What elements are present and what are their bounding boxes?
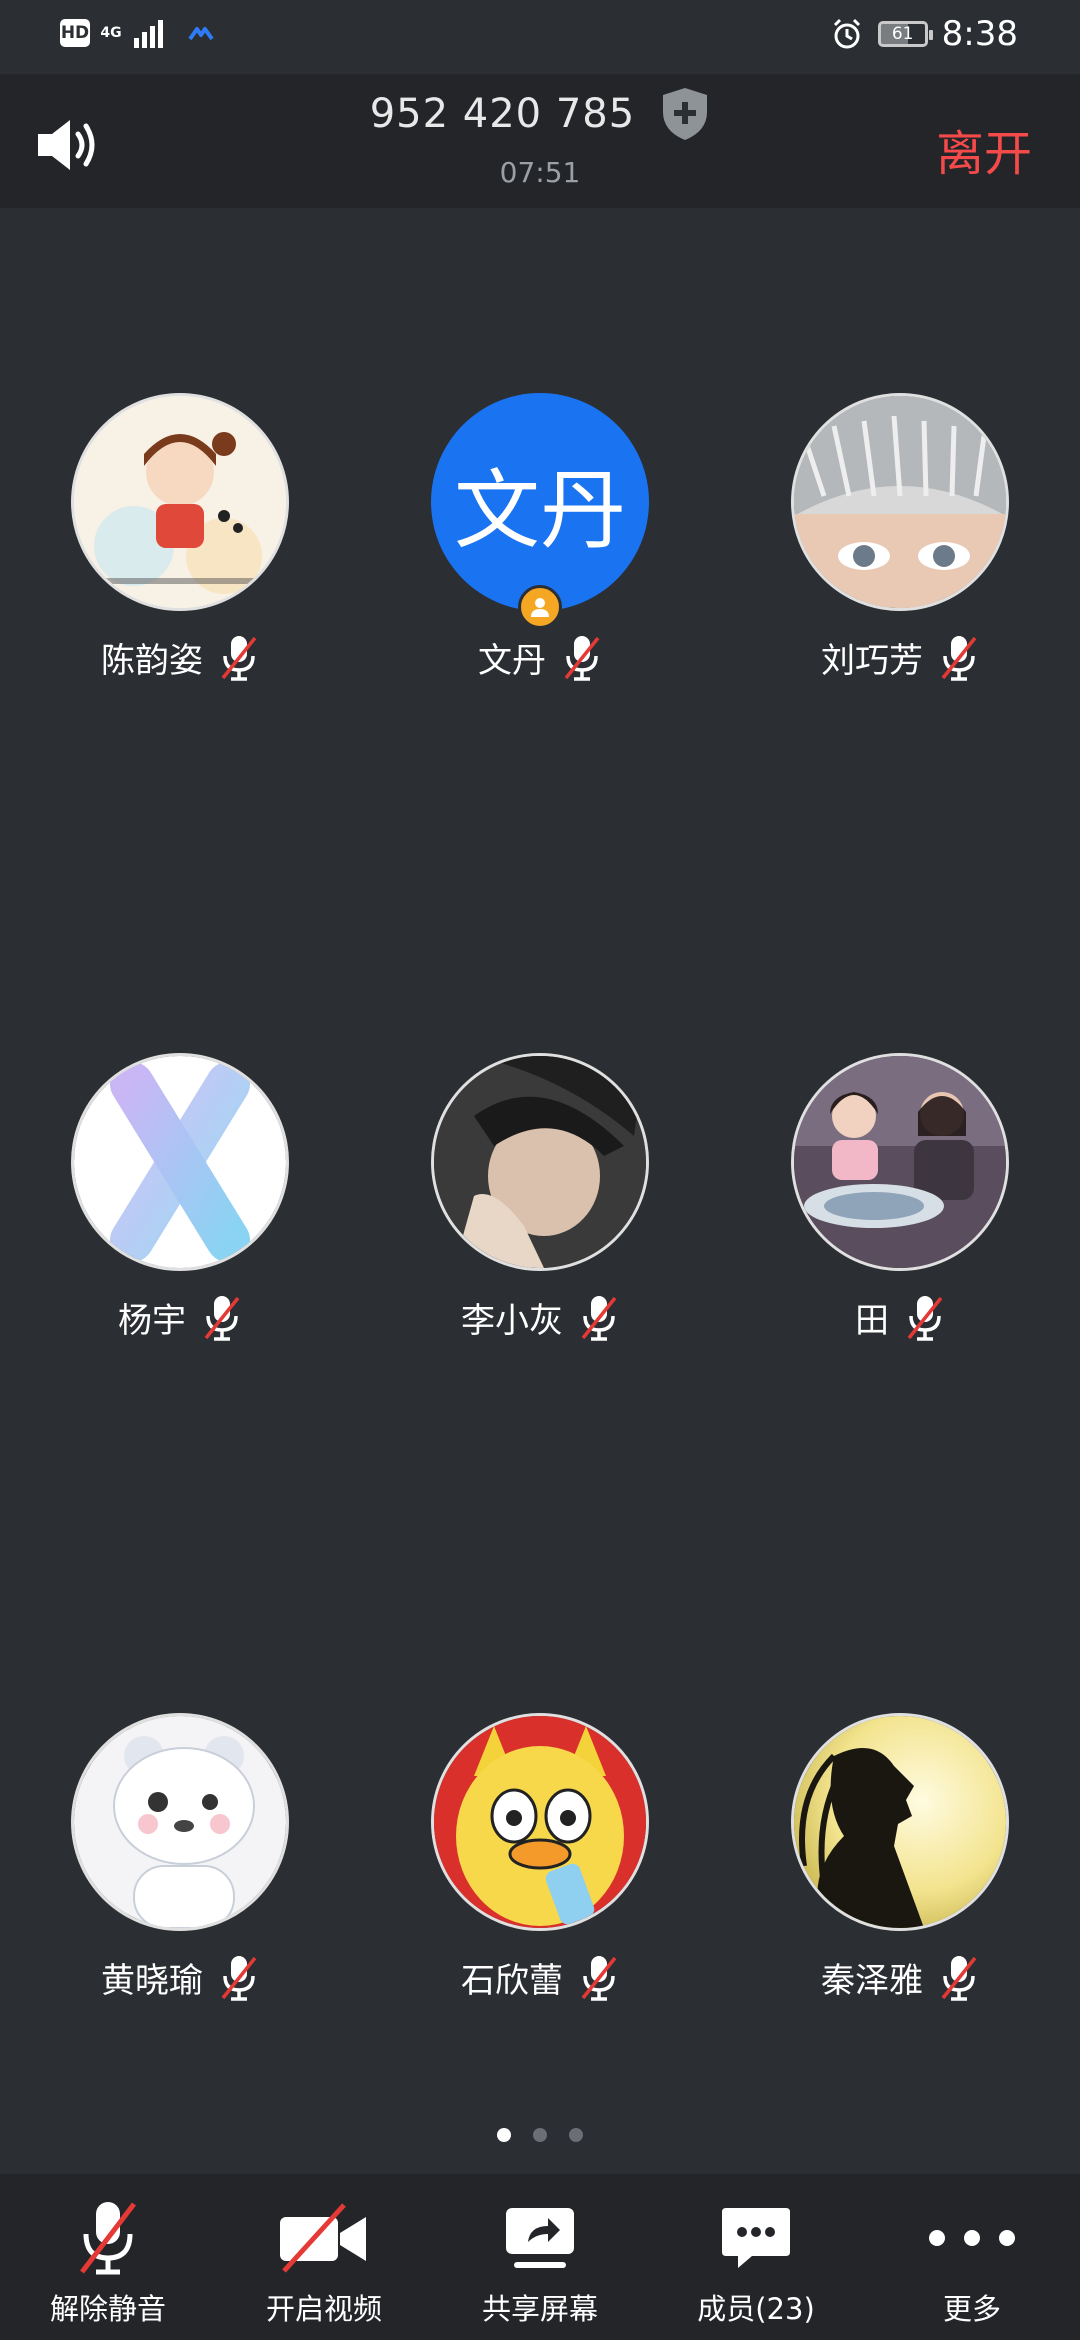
silhouette-avatar: [791, 1713, 1009, 1931]
page-dot-2[interactable]: [533, 2128, 547, 2142]
meeting-id: 952 420 785: [369, 91, 636, 137]
participant-tile[interactable]: 秦泽雅: [720, 1713, 1020, 2013]
participant-name-row: 陈韵姿: [0, 633, 360, 682]
battery-indicator: 61: [877, 21, 933, 47]
alarm-icon: [833, 18, 860, 49]
hd-badge: HD: [60, 19, 90, 47]
participant-tile[interactable]: 李小灰: [360, 1053, 660, 1353]
participant-name: 田: [855, 1301, 889, 1341]
person-photo-avatar: [431, 1053, 649, 1271]
mic-muted-icon: [204, 1295, 240, 1341]
more-dots-icon: [929, 2230, 1015, 2246]
cartoon-girl-avatar: [71, 393, 289, 611]
participant-name-row: 黄晓瑜: [0, 1953, 360, 2002]
unmute-label: 解除静音: [49, 2292, 166, 2326]
chat-members-icon: [722, 2208, 790, 2268]
host-badge: [518, 585, 562, 629]
share-screen-label: 共享屏幕: [481, 2292, 598, 2326]
leave-button[interactable]: 离开: [936, 114, 1032, 184]
mic-muted-icon: [80, 2202, 136, 2275]
participant-name: 陈韵姿: [101, 641, 203, 681]
host-person-icon: [531, 598, 549, 617]
participant-name: 杨宇: [118, 1301, 186, 1341]
unmute-button[interactable]: 解除静音: [0, 2174, 216, 2340]
participant-name: 石欣蕾: [461, 1961, 563, 2001]
more-button[interactable]: 更多: [864, 2174, 1080, 2340]
participant-name: 黄晓瑜: [101, 1961, 203, 2001]
page-indicator[interactable]: [0, 2128, 1080, 2142]
gradient-x-avatar: [71, 1053, 289, 1271]
network-label: 4G: [100, 25, 122, 41]
participant-tile[interactable]: 刘巧芳: [720, 393, 1020, 693]
mic-muted-icon: [564, 635, 600, 681]
status-left: HD 4G: [60, 18, 214, 48]
page-dot-3[interactable]: [569, 2128, 583, 2142]
mic-muted-icon: [581, 1295, 617, 1341]
page-dot-1[interactable]: [497, 2128, 511, 2142]
participant-tile[interactable]: 文丹 文丹: [360, 393, 660, 693]
participant-tile[interactable]: 田: [720, 1053, 1020, 1353]
mic-muted-icon: [941, 635, 977, 681]
start-video-label: 开启视频: [265, 2292, 382, 2326]
text-avatar: 文丹: [431, 393, 649, 611]
participant-name-row: 秦泽雅: [720, 1953, 1080, 2002]
participant-name-row: 李小灰: [360, 1293, 720, 1342]
participant-name: 文丹: [478, 641, 546, 681]
mic-muted-icon: [941, 1955, 977, 2001]
app-notification-icon: [188, 27, 214, 41]
bottom-toolbar: 解除静音 开启视频 共享屏幕 成员(23) 更多: [0, 2174, 1080, 2340]
participant-name-row: 刘巧芳: [720, 633, 1080, 682]
members-button[interactable]: 成员(23): [648, 2174, 864, 2340]
signal-icon: [134, 20, 163, 48]
meeting-id-row[interactable]: 952 420 785: [0, 86, 1080, 142]
participant-name: 秦泽雅: [821, 1961, 923, 2001]
members-label: 成员(23): [697, 2292, 815, 2326]
participant-name-row: 杨宇: [0, 1293, 360, 1342]
status-bar: HD 4G 61 8:38: [0, 0, 1080, 74]
start-video-button[interactable]: 开启视频: [216, 2174, 432, 2340]
participant-tile[interactable]: 杨宇: [0, 1053, 300, 1353]
participant-tile[interactable]: 石欣蕾: [360, 1713, 660, 2013]
shield-icon[interactable]: [660, 86, 710, 142]
mic-muted-icon: [907, 1295, 943, 1341]
more-label: 更多: [942, 2292, 1001, 2326]
duck-cartoon-avatar: [431, 1713, 649, 1931]
mic-muted-icon: [221, 1955, 257, 2001]
participant-name-row: 田: [720, 1293, 1080, 1342]
family-photo-avatar: [791, 1053, 1009, 1271]
status-time: 8:38: [941, 14, 1018, 54]
meeting-timer: 07:51: [499, 156, 581, 189]
participant-tile[interactable]: 黄晓瑜: [0, 1713, 300, 2013]
participant-name: 刘巧芳: [821, 641, 923, 681]
participant-grid: 陈韵姿 文丹 文丹 刘巧芳 杨宇 李小灰 田 黄晓瑜 石欣蕾 秦泽雅: [0, 208, 1080, 2238]
participant-name-row: 石欣蕾: [360, 1953, 720, 2002]
meeting-header: 952 420 785 07:51 离开: [0, 74, 1080, 208]
status-right: 61 8:38: [830, 14, 1018, 54]
headdress-portrait-avatar: [791, 393, 1009, 611]
mic-muted-icon: [581, 1955, 617, 2001]
bear-cartoon-avatar: [71, 1713, 289, 1931]
video-off-icon: [280, 2203, 366, 2273]
share-screen-button[interactable]: 共享屏幕: [432, 2174, 648, 2340]
participant-name: 李小灰: [461, 1301, 563, 1341]
mic-muted-icon: [221, 635, 257, 681]
participant-tile[interactable]: 陈韵姿: [0, 393, 300, 693]
share-screen-icon: [506, 2208, 574, 2268]
participant-name-row: 文丹: [360, 633, 720, 682]
